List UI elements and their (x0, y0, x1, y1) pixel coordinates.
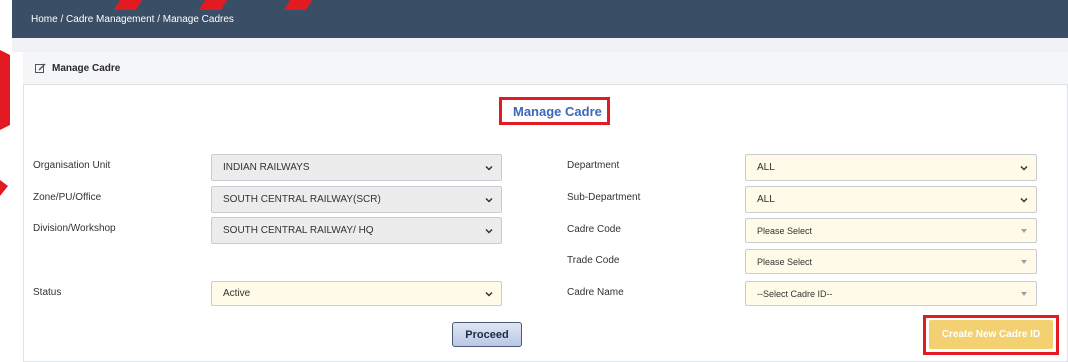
red-edge-mark (0, 50, 10, 130)
annotation-marks (0, 0, 312, 196)
red-edge-mark (114, 0, 142, 10)
red-edge-mark (284, 0, 312, 10)
red-edge-mark (199, 0, 227, 10)
red-edge-mark (0, 180, 8, 196)
